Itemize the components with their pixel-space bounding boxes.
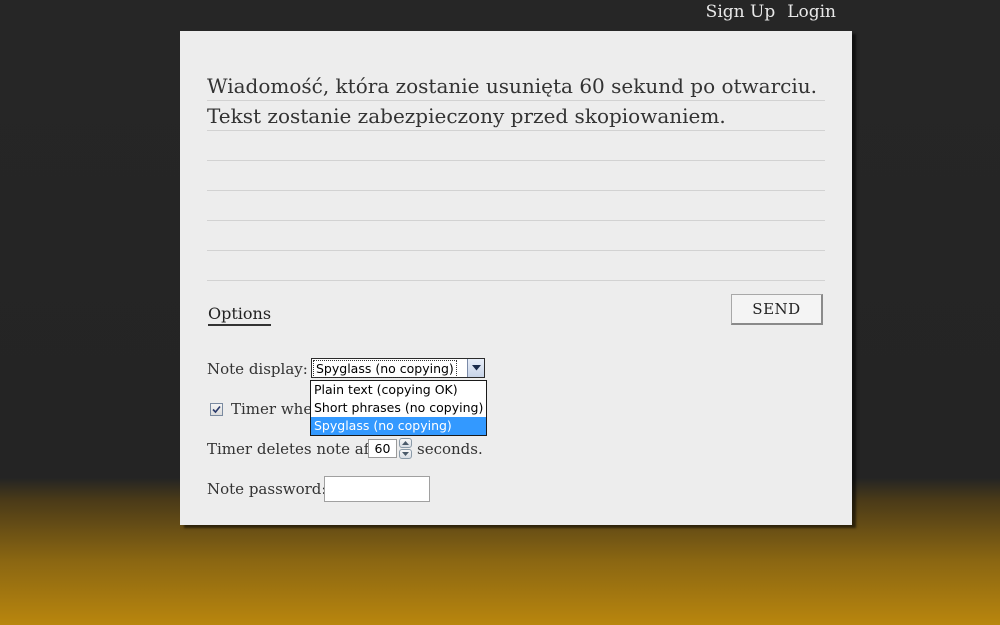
password-field[interactable]: [324, 476, 430, 502]
chevron-down-icon[interactable]: [467, 359, 484, 377]
options-link[interactable]: Options: [208, 304, 272, 326]
timer-seconds-stepper: [399, 438, 412, 459]
chevron-up-icon[interactable]: [399, 438, 412, 448]
signup-link[interactable]: Sign Up: [706, 2, 776, 22]
note-display-label: Note display:: [207, 360, 308, 378]
note-panel: Wiadomość, która zostanie usunięta 60 se…: [180, 31, 852, 525]
dropdown-option-plain-text[interactable]: Plain text (copying OK): [311, 381, 486, 399]
timer-checkbox[interactable]: [210, 403, 223, 416]
send-button[interactable]: SEND: [731, 294, 823, 325]
timer-checkbox-label: Timer when: [231, 400, 322, 418]
dropdown-option-short-phrases[interactable]: Short phrases (no copying): [311, 399, 486, 417]
timer-prefix-label: Timer deletes note after: [207, 440, 392, 458]
password-label: Note password:: [207, 480, 327, 498]
top-nav: Sign Up Login: [706, 2, 836, 22]
timer-suffix-label: seconds.: [417, 440, 483, 458]
dropdown-option-spyglass[interactable]: Spyglass (no copying): [311, 417, 486, 435]
check-icon: [212, 405, 221, 414]
note-display-select[interactable]: Spyglass (no copying): [311, 358, 485, 378]
login-link[interactable]: Login: [787, 2, 836, 22]
chevron-down-icon[interactable]: [399, 449, 412, 459]
note-textarea[interactable]: Wiadomość, która zostanie usunięta 60 se…: [207, 71, 825, 281]
timer-seconds-input[interactable]: 60: [368, 439, 397, 458]
note-display-dropdown: Plain text (copying OK) Short phrases (n…: [310, 380, 487, 436]
note-display-selected-value: Spyglass (no copying): [313, 360, 457, 378]
